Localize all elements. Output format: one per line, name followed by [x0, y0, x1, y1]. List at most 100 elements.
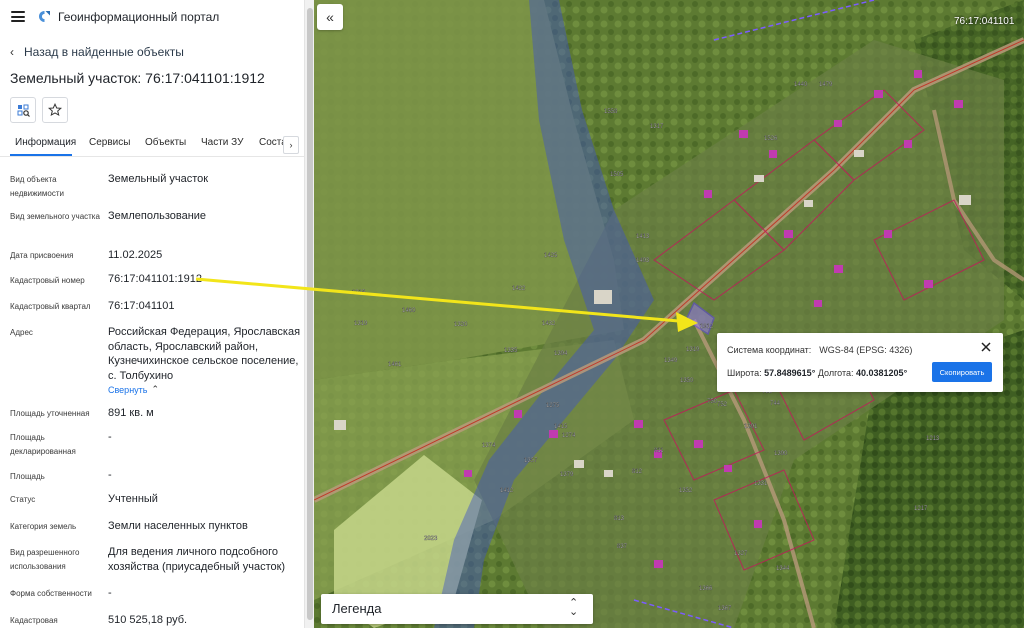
- locate-on-map-icon: [17, 104, 30, 117]
- add-to-favorites-button[interactable]: [42, 97, 68, 123]
- parcel-number-label: 1415: [554, 424, 568, 430]
- map-view[interactable]: 1912 1440 1479 1317 1558 1505 1413 1493 1425 1422…: [314, 0, 1024, 628]
- parcel-number-label: 1335: [504, 348, 518, 354]
- parcel-number-label: 1357: [524, 458, 538, 464]
- parcel-number-label: 1440: [794, 82, 808, 88]
- parcel-label-layer: 1912 1440 1479 1317 1558 1505 1413 1493 1425 1422…: [352, 82, 940, 612]
- parcel-number-label: 752: [717, 402, 728, 408]
- field-label-object-type: Вид объекта недвижимости: [10, 175, 64, 198]
- back-link-label: Назад в найденные объекты: [24, 45, 184, 59]
- field-label-area-declared: Площадь декларированная: [10, 433, 76, 456]
- coordinate-system-row: Система координат: WGS-84 (EPSG: 4326): [727, 345, 912, 355]
- scrollbar-thumb[interactable]: [307, 8, 313, 620]
- field-value-permitted-use: Для ведения личного подсобного хозяйства…: [108, 546, 286, 573]
- field-label-parcel-type: Вид земельного участка: [10, 212, 100, 221]
- parcel-number-label: 1217: [914, 506, 928, 512]
- field-value-assignment-date: 11.02.2025: [108, 249, 163, 261]
- parcel-number-label: 1344: [776, 566, 790, 572]
- collapse-panel-button[interactable]: «: [317, 4, 343, 30]
- parcel-number-label: 812: [632, 469, 643, 475]
- chevron-up-icon: ⌃: [151, 384, 160, 394]
- field-value-cadastral-quarter: 76:17:041101: [108, 300, 175, 312]
- parcel-number-label: 1413: [636, 234, 650, 240]
- field-value-parcel-type: Землепользование: [108, 210, 207, 222]
- parcel-number-label: 1526: [764, 136, 778, 142]
- tab-objects[interactable]: Объекты: [145, 137, 186, 148]
- field-label-permitted-use: Вид разрешенного использования: [10, 548, 80, 571]
- coordinate-popup: Система координат: WGS-84 (EPSG: 4326) Ши…: [717, 333, 1003, 392]
- parcel-number-label: 2023: [424, 536, 438, 542]
- field-label-cadastral-number: Кадастровый номер: [10, 276, 85, 285]
- parcel-number-label: 1367: [718, 606, 732, 612]
- cadastral-quarter-label: 76:17:041101: [954, 16, 1015, 27]
- collapse-address-link[interactable]: Свернуть ⌃: [108, 384, 159, 395]
- tab-information[interactable]: Информация: [15, 137, 76, 148]
- field-value-ownership-form: -: [108, 587, 112, 599]
- close-icon[interactable]: [981, 342, 991, 352]
- latitude-label: Широта:: [727, 368, 762, 378]
- parcel-number-label: 1493: [636, 258, 650, 264]
- parcel-number-label: 837: [617, 544, 628, 550]
- tabs-scroll-right-button[interactable]: ›: [283, 136, 299, 154]
- longitude-label: Долгота:: [817, 368, 854, 378]
- parcel-number-label: 1412: [500, 488, 514, 494]
- parcel-number-label: 811: [654, 448, 664, 454]
- tab-services[interactable]: Сервисы: [89, 137, 130, 148]
- hamburger-menu-icon[interactable]: [11, 11, 25, 22]
- field-value-area-specified: 891 кв. м: [108, 407, 154, 419]
- field-value-land-category: Земли населенных пунктов: [108, 520, 248, 532]
- parcel-number-label: 1366: [699, 586, 713, 592]
- parcel-number-label: 1505: [610, 172, 624, 178]
- parcel-number-label: 1432: [542, 321, 556, 327]
- parcel-number-label: 1460: [402, 308, 416, 314]
- chevron-left-icon: ‹: [10, 45, 14, 59]
- locate-on-map-button[interactable]: [10, 97, 36, 123]
- parcel-number-label: 1349: [664, 358, 678, 364]
- active-tab-indicator: [10, 154, 72, 156]
- parcel-number-label: 1319: [686, 347, 700, 353]
- chevron-right-icon: ›: [289, 140, 293, 150]
- collapse-link-label: Свернуть: [108, 384, 148, 395]
- copy-coordinates-button[interactable]: Скопировать: [932, 362, 992, 382]
- star-icon: [48, 103, 62, 117]
- parcel-number-label: 1390: [774, 451, 788, 457]
- parcel-number-label: 1327: [734, 551, 748, 557]
- field-value-cadastral-value: 510 525,18 руб.: [108, 614, 188, 626]
- parcel-number-label: 1319: [354, 321, 368, 327]
- panel-scrollbar[interactable]: [304, 0, 314, 628]
- field-value-status: Учтенный: [108, 493, 158, 505]
- latitude-value: 57.8489615°: [764, 368, 816, 378]
- parcel-number-label: 1479: [819, 82, 833, 88]
- legend-toggle[interactable]: Легенда ⌃ ⌄: [321, 594, 593, 624]
- parcel-number-label: 1374: [482, 443, 496, 449]
- coordinate-values-row: Широта: 57.8489615° Долгота: 40.0381205°: [727, 368, 907, 378]
- field-value-address: Российская Федерация, Ярославская област…: [108, 326, 301, 382]
- parcel-number-label: 1394: [554, 351, 568, 357]
- field-label-area: Площадь: [10, 472, 45, 481]
- parcel-number-label: 1320: [454, 322, 468, 328]
- expand-collapse-icon: ⌃ ⌄: [569, 597, 579, 618]
- page-title: Земельный участок: 76:17:041101:1912: [10, 70, 265, 86]
- parcel-number-label: 1274: [562, 433, 576, 439]
- back-to-results-link[interactable]: ‹ Назад в найденные объекты: [10, 44, 184, 60]
- field-label-cadastral-value: Кадастровая: [10, 616, 58, 625]
- field-label-land-category: Категория земель: [10, 522, 77, 531]
- field-value-cadastral-number: 76:17:041101:1912: [108, 273, 202, 285]
- parcel-number-label: 744: [770, 401, 781, 407]
- field-value-area: -: [108, 469, 112, 481]
- field-value-area-declared: -: [108, 431, 112, 443]
- parcel-number-label: 1391: [744, 424, 758, 430]
- parcel-number-label: 1461: [388, 362, 402, 368]
- parcel-number-label: 1422: [512, 286, 526, 292]
- coordinate-system-label: Система координат:: [727, 345, 812, 355]
- field-value-object-type: Земельный участок: [108, 173, 209, 185]
- parcel-number-label: 1317: [650, 124, 664, 130]
- field-label-cadastral-quarter: Кадастровый квартал: [10, 302, 91, 311]
- parcel-number-label: 813: [614, 516, 625, 522]
- tab-parcel-parts[interactable]: Части ЗУ: [201, 137, 243, 148]
- field-label-assignment-date: Дата присвоения: [10, 251, 74, 260]
- portal-title: Геоинформационный портал: [58, 10, 220, 24]
- parcel-number-label: 1912: [700, 324, 714, 330]
- top-bar: Геоинформационный портал: [0, 0, 304, 34]
- field-label-address: Адрес: [10, 328, 33, 337]
